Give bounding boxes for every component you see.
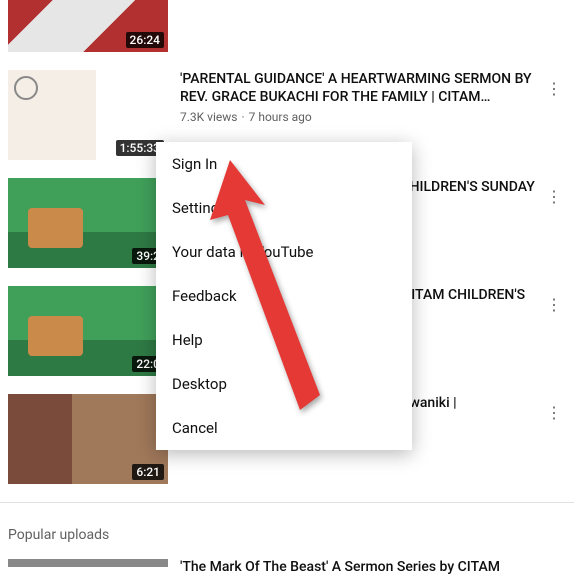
menu-your-data[interactable]: Your data in YouTube [156,230,412,274]
video-stats: 7.3K views·7 hours ago [180,110,538,124]
menu-settings[interactable]: Settings [156,186,412,230]
video-thumbnail[interactable]: 1:55:33 [8,70,168,160]
menu-help[interactable]: Help [156,318,412,362]
video-meta: SHIRIKU EPISODE 8 | CITAM Church Online … [180,0,566,52]
more-icon[interactable]: ⋮ [542,400,566,424]
video-title: 'The Mark Of The Beast' A Sermon Series … [180,559,566,575]
video-title: 'PARENTAL GUIDANCE' A HEARTWARMING SERMO… [180,70,538,106]
section-title: Popular uploads [0,511,574,551]
menu-cancel[interactable]: Cancel [156,406,412,450]
more-icon[interactable]: ⋮ [542,184,566,208]
video-item[interactable]: 26:24 SHIRIKU EPISODE 8 | CITAM Church O… [8,0,566,52]
video-thumbnail[interactable]: 22:0 [8,286,168,376]
video-item[interactable]: 'The Mark Of The Beast' A Sermon Series … [0,551,574,583]
menu-feedback[interactable]: Feedback [156,274,412,318]
video-views: 7.3K views [180,110,237,124]
divider [0,502,574,503]
duration-badge: 6:21 [132,464,164,480]
duration-badge: 26:24 [126,32,164,48]
more-icon[interactable]: ⋮ [542,76,566,100]
account-menu: Sign In Settings Your data in YouTube Fe… [156,142,412,450]
video-thumbnail[interactable]: 26:24 [8,0,168,52]
menu-sign-in[interactable]: Sign In [156,142,412,186]
video-thumbnail[interactable] [8,559,168,567]
video-thumbnail[interactable]: 6:21 [8,394,168,484]
video-age: 7 hours ago [249,110,312,124]
more-icon[interactable]: ⋮ [542,292,566,316]
menu-desktop[interactable]: Desktop [156,362,412,406]
video-thumbnail[interactable]: 39:2 [8,178,168,268]
